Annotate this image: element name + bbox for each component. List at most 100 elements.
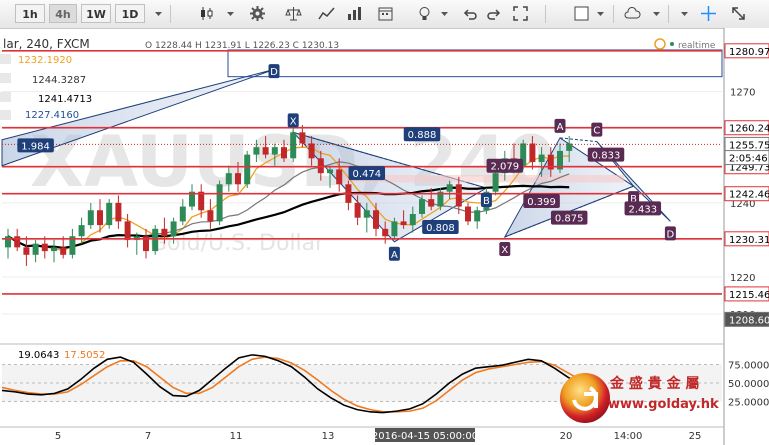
- logo-name: 金 盛 貴 金 屬: [609, 375, 700, 392]
- calendar-icon[interactable]: [377, 5, 394, 22]
- level-label: 1260.24: [729, 124, 769, 135]
- timeframe-4h-button[interactable]: 4h: [49, 4, 77, 23]
- level-label: 1242.46: [729, 190, 769, 201]
- indicator-value: 1244.3287: [32, 75, 86, 86]
- gear-icon[interactable]: [249, 5, 266, 22]
- candle: [69, 228, 76, 259]
- clock-icon: [654, 38, 666, 50]
- candlestick-icon[interactable]: [198, 5, 215, 22]
- pattern-point-label: X: [501, 245, 508, 256]
- crosshair-icon[interactable]: [700, 5, 717, 22]
- indicator-toggle-icon[interactable]: [0, 92, 11, 102]
- ratio-label: 1.984: [21, 141, 50, 152]
- candle: [106, 199, 113, 229]
- timeframe-1d-button[interactable]: 1D: [115, 4, 145, 23]
- candle: [5, 228, 11, 259]
- candle: [474, 206, 481, 229]
- indicator-toggle-icon[interactable]: [0, 54, 11, 64]
- indicator-toggle-icon[interactable]: [0, 73, 11, 83]
- redo-icon[interactable]: [486, 5, 503, 22]
- candle: [14, 228, 21, 252]
- realtime-indicator[interactable]: realtime: [654, 38, 716, 51]
- ratio-label: 0.888: [408, 130, 437, 141]
- candle: [465, 202, 471, 226]
- scales-icon[interactable]: [285, 5, 302, 22]
- time-tick-label: 5: [55, 431, 61, 442]
- price-tag-label: 1208.60: [729, 315, 769, 326]
- stochastic-tick-label: 25.0000: [728, 398, 769, 409]
- ratio-label: 0.875: [555, 214, 584, 225]
- level-label: 1280.97: [729, 47, 769, 58]
- chart-toolbar: 1h 4h 1W 1D: [0, 0, 769, 29]
- candle: [492, 169, 499, 196]
- dropdown-icon[interactable]: [436, 5, 453, 22]
- dropdown-icon[interactable]: [150, 5, 167, 22]
- stochastic-d-value: 17.5052: [64, 350, 105, 361]
- ratio-label: 2.079: [490, 162, 519, 173]
- candle: [87, 202, 94, 229]
- time-tick-label: 13: [322, 431, 335, 442]
- price-tick-label: 1270: [730, 88, 755, 99]
- candle: [143, 228, 149, 259]
- pattern-point-label: A: [557, 122, 564, 133]
- indicator-value: 1241.4713: [38, 94, 92, 105]
- symbol-label: lar, 240, FXCM: [3, 37, 90, 51]
- ratio-label: 0.474: [352, 169, 381, 180]
- pattern-point-label: X: [290, 116, 297, 127]
- time-tick-label: 25: [689, 431, 702, 442]
- ratio-label: 0.399: [527, 197, 556, 208]
- realtime-label: realtime: [678, 41, 716, 51]
- stochastic-k-value: 19.0643: [18, 350, 59, 361]
- undo-icon[interactable]: [461, 5, 478, 22]
- pattern-point-label: C: [593, 126, 600, 137]
- candle: [216, 180, 223, 226]
- candle: [23, 236, 30, 266]
- ratio-label: 0.808: [426, 223, 455, 234]
- indicator-toggle-icon[interactable]: [0, 110, 11, 120]
- ohlc-readout: O 1228.44 H 1231.91 L 1226.23 C 1230.13: [145, 41, 339, 51]
- dropdown-icon[interactable]: [592, 5, 609, 22]
- status-dot-icon: [670, 42, 674, 46]
- ratio-label: 2.433: [628, 204, 657, 215]
- price-axis[interactable]: 12701260125012401230122012101280.971260.…: [723, 28, 769, 445]
- price-range-box: [227, 49, 723, 78]
- indicator-value: 1232.1920: [18, 55, 72, 66]
- cloud-icon[interactable]: [624, 5, 641, 22]
- candle: [51, 239, 57, 263]
- timeframe-1w-button[interactable]: 1W: [81, 4, 111, 23]
- level-label: 1230.31: [729, 235, 769, 246]
- dropdown-icon[interactable]: [222, 5, 239, 22]
- candle: [244, 150, 251, 188]
- lightbulb-icon[interactable]: [416, 5, 433, 22]
- time-tick-label: 20: [560, 431, 573, 442]
- level-label: 1215.46: [729, 290, 769, 301]
- line-chart-icon[interactable]: [318, 5, 335, 22]
- bar-chart-icon[interactable]: [346, 5, 363, 22]
- price-tick-label: 1220: [730, 273, 755, 284]
- candle: [152, 225, 159, 255]
- dropdown-icon[interactable]: [676, 5, 693, 22]
- timeframe-1h-button[interactable]: 1h: [15, 4, 45, 23]
- indicator-legend: 1232.1920 1244.3287 1241.4713 1227.4160: [0, 54, 92, 121]
- time-tick-label: 11: [230, 431, 243, 442]
- time-tick-label: 2016-04-15 05:00:00: [372, 431, 478, 442]
- pattern-point-label: D: [270, 67, 278, 78]
- dropdown-icon[interactable]: [648, 5, 665, 22]
- fullscreen-icon[interactable]: [512, 5, 529, 22]
- time-tick-label: 14:00: [614, 431, 643, 442]
- time-axis[interactable]: 5 7 11 13 2016-04-15 05:00:00 20 14:00 25: [0, 426, 724, 442]
- square-icon[interactable]: [573, 5, 590, 22]
- pattern-point-label: B: [483, 196, 490, 207]
- price-chart[interactable]: XAUUSD, 240 Gold/U.S. Dollar XABXA CBD0.8…: [0, 28, 769, 445]
- pattern-point-label: D: [667, 229, 675, 240]
- indicator-value: 1227.4160: [25, 110, 79, 121]
- logo-emblem-icon: [560, 373, 610, 423]
- candle: [32, 239, 39, 263]
- price-tag-label: 1255.75: [729, 140, 769, 151]
- candle: [345, 180, 352, 211]
- ratio-label: 0.833: [592, 151, 621, 162]
- price-tag-label: 2:05:46: [729, 154, 768, 165]
- expand-icon[interactable]: [730, 5, 747, 22]
- candle: [207, 199, 214, 229]
- golday-logo: 金 盛 貴 金 屬 www.golday.hk: [560, 373, 719, 423]
